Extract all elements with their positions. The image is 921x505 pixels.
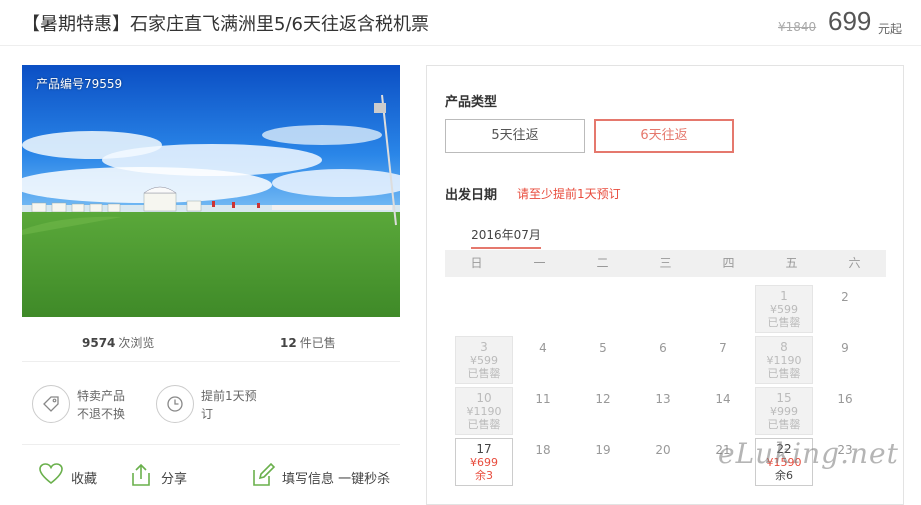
grassland-image bbox=[22, 65, 400, 317]
product-photo: 产品编号79559 bbox=[22, 65, 400, 317]
feature-1-line2: 不退不换 bbox=[77, 407, 126, 421]
watermark: eLuking.net bbox=[718, 437, 899, 470]
sold-label: 件已售 bbox=[299, 336, 336, 350]
weekday-sun: 日 bbox=[470, 256, 483, 270]
views-stat: 9574 次浏览 bbox=[82, 334, 154, 351]
calendar-day[interactable]: 3 ¥599 已售罄 bbox=[455, 336, 513, 384]
type-option-5day[interactable]: 5天往返 bbox=[445, 119, 585, 153]
product-code: 产品编号79559 bbox=[36, 77, 123, 91]
share-label: 分享 bbox=[161, 472, 188, 487]
current-price: 699 bbox=[828, 6, 872, 36]
weekday-sat: 六 bbox=[848, 256, 861, 270]
calendar-day: 6 bbox=[659, 341, 667, 355]
calendar-day: 9 bbox=[841, 341, 849, 355]
calendar-day: 4 bbox=[539, 341, 547, 355]
stats-bar: 9574 次浏览 12 件已售 bbox=[22, 322, 400, 362]
calendar-day: 16 bbox=[837, 392, 853, 406]
calendar-day: 12 bbox=[595, 392, 611, 406]
booking-hint: 请至少提前1天预订 bbox=[517, 187, 621, 201]
calendar-day[interactable]: 8 ¥1190 已售罄 bbox=[755, 336, 813, 384]
weekday-mon: 一 bbox=[533, 256, 546, 270]
divider bbox=[22, 444, 400, 445]
calendar-day: 13 bbox=[655, 392, 671, 406]
calendar-day-available[interactable]: 17 ¥699 余3 bbox=[455, 438, 513, 486]
type-option-6day[interactable]: 6天往返 bbox=[594, 119, 734, 153]
weekday-fri: 五 bbox=[785, 256, 798, 270]
page-title: 【暑期特惠】石家庄直飞满洲里5/6天往返含税机票 bbox=[22, 14, 429, 35]
edit-icon bbox=[253, 462, 276, 486]
views-count: 9574 bbox=[82, 336, 116, 350]
calendar-day: 14 bbox=[715, 392, 731, 406]
calendar-day: 5 bbox=[599, 341, 607, 355]
original-price: ¥1840 bbox=[778, 20, 817, 34]
calendar-day[interactable]: 1 ¥599 已售罄 bbox=[755, 285, 813, 333]
calendar-day: 19 bbox=[595, 443, 611, 457]
calendar-day: 11 bbox=[535, 392, 551, 406]
share-icon bbox=[132, 463, 150, 486]
sold-count: 12 bbox=[280, 336, 297, 350]
feature-1-line1: 特卖产品 bbox=[77, 389, 126, 403]
weekday-tue: 二 bbox=[596, 256, 609, 270]
feature-2-line1: 提前1天预 bbox=[201, 389, 257, 403]
views-label: 次浏览 bbox=[118, 336, 155, 350]
departure-date-label: 出发日期 bbox=[445, 188, 498, 203]
calendar-day[interactable]: 15 ¥999 已售罄 bbox=[755, 387, 813, 435]
title-bar: 【暑期特惠】石家庄直飞满洲里5/6天往返含税机票 ¥1840 699 元起 bbox=[0, 0, 921, 46]
feature-2-line2: 订 bbox=[201, 407, 214, 421]
calendar-day: 7 bbox=[719, 341, 727, 355]
weekday-thu: 四 bbox=[722, 256, 735, 270]
calendar-day[interactable]: 10 ¥1190 已售罄 bbox=[455, 387, 513, 435]
calendar-day: 20 bbox=[655, 443, 671, 457]
month-tab[interactable]: 2016年07月 bbox=[471, 226, 541, 249]
calendar-day: 18 bbox=[535, 443, 551, 457]
sold-stat: 12 件已售 bbox=[280, 334, 336, 351]
calendar-day: 2 bbox=[841, 290, 849, 304]
heart-icon bbox=[39, 463, 63, 485]
favorite-label: 收藏 bbox=[71, 472, 98, 487]
product-type-label: 产品类型 bbox=[445, 95, 498, 110]
price-unit: 元起 bbox=[878, 22, 903, 36]
tag-icon bbox=[32, 385, 70, 423]
weekday-wed: 三 bbox=[659, 256, 672, 270]
clock-icon bbox=[156, 385, 194, 423]
fill-info-label: 填写信息 一键秒杀 bbox=[282, 472, 391, 487]
weekday-header: 日 一 二 三 四 五 六 bbox=[445, 250, 886, 277]
